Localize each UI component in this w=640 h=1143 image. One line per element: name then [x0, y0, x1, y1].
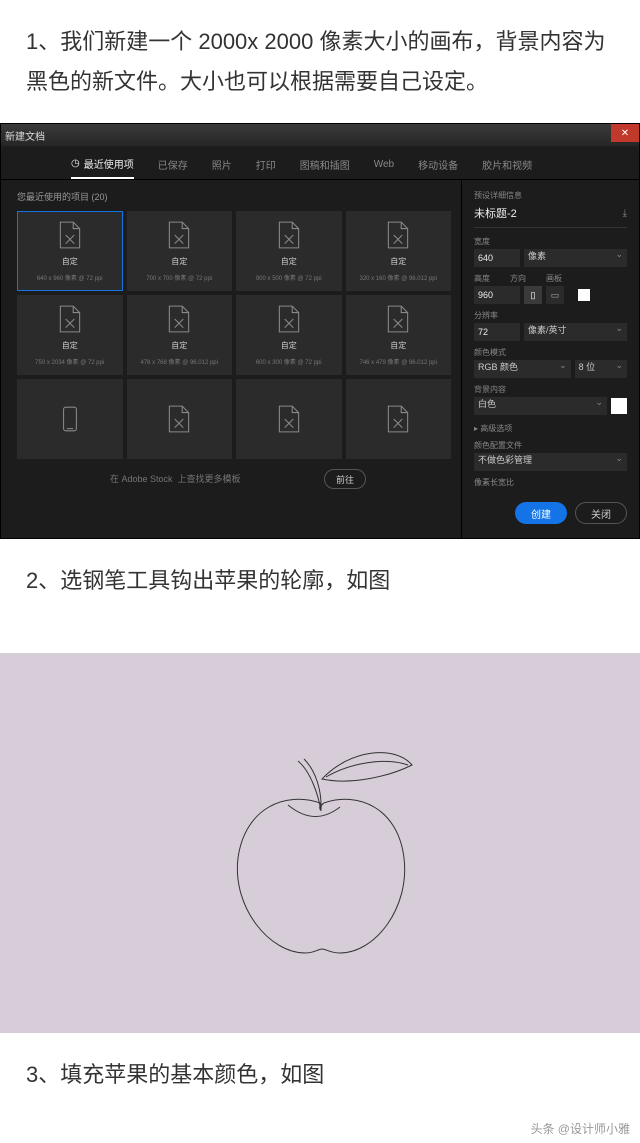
- preset-item[interactable]: 自定 478 x 768 像素 @ 96.012 ppi: [127, 295, 233, 375]
- step1-text: 1、我们新建一个 2000x 2000 像素大小的画布，背景内容为黑色的新文件。…: [0, 0, 640, 123]
- step3-text: 3、填充苹果的基本颜色，如图: [0, 1033, 640, 1117]
- background-label: 背景内容: [474, 384, 627, 395]
- color-profile-select[interactable]: 不做色彩管理: [474, 453, 627, 471]
- article-credit: 头条 @设计师小雅: [0, 1116, 640, 1143]
- tab-film[interactable]: 胶片和视频: [482, 153, 532, 178]
- preset-item[interactable]: 自定 700 x 700 像素 @ 72 ppi: [127, 211, 233, 291]
- preset-item[interactable]: [346, 379, 452, 459]
- go-button[interactable]: 前往: [324, 469, 366, 489]
- preset-item[interactable]: 自定 746 x 479 像素 @ 96.012 ppi: [346, 295, 452, 375]
- orientation-portrait-icon[interactable]: ▯: [524, 286, 542, 304]
- preset-item[interactable]: 自定 900 x 500 像素 @ 72 ppi: [236, 211, 342, 291]
- width-label: 宽度: [474, 236, 627, 247]
- document-icon: [166, 404, 192, 434]
- tab-art[interactable]: 图稿和插图: [300, 153, 350, 178]
- color-mode-label: 颜色模式: [474, 347, 627, 358]
- tab-mobile[interactable]: 移动设备: [418, 153, 458, 178]
- tab-photo[interactable]: 照片: [212, 153, 232, 178]
- bit-depth-select[interactable]: 8 位: [575, 360, 627, 378]
- document-icon: [57, 220, 83, 250]
- document-icon: [166, 220, 192, 250]
- resolution-unit-select[interactable]: 像素/英寸: [524, 323, 627, 341]
- stock-search-input[interactable]: [102, 469, 312, 489]
- apple-outline-svg: [190, 713, 450, 973]
- document-icon: [385, 404, 411, 434]
- preset-details-panel: 预设详细信息 未标题-2 ⤓ 宽度 像素 高度 方向 画板 ▯: [461, 180, 639, 538]
- document-icon: [276, 404, 302, 434]
- color-profile-label: 颜色配置文件: [474, 440, 627, 451]
- preset-item[interactable]: [127, 379, 233, 459]
- height-label: 高度: [474, 273, 490, 284]
- preset-dimensions: 640 x 960 像素 @ 72 ppi: [37, 273, 103, 282]
- background-swatch[interactable]: [611, 398, 627, 414]
- close-icon[interactable]: ✕: [611, 124, 639, 142]
- preset-label: 自定: [62, 256, 78, 267]
- document-icon: [276, 220, 302, 250]
- preset-item[interactable]: 自定 640 x 960 像素 @ 72 ppi: [17, 211, 123, 291]
- preset-item[interactable]: [17, 379, 123, 459]
- advanced-toggle[interactable]: ▸ 高级选项: [474, 423, 627, 434]
- artboard-checkbox[interactable]: [578, 289, 590, 301]
- orientation-landscape-icon[interactable]: ▭: [546, 286, 564, 304]
- close-button[interactable]: 关闭: [575, 502, 627, 524]
- create-button[interactable]: 创建: [515, 502, 567, 524]
- height-input[interactable]: [474, 286, 520, 304]
- pixel-aspect-label: 像素长宽比: [474, 477, 627, 488]
- resolution-input[interactable]: [474, 323, 520, 341]
- tab-print[interactable]: 打印: [256, 153, 276, 178]
- document-icon: [276, 304, 302, 334]
- presets-heading: 您最近使用的项目 (20): [17, 190, 451, 203]
- document-name-field[interactable]: 未标题-2 ⤓: [474, 205, 627, 228]
- presets-panel: 您最近使用的项目 (20) 自定 640 x 960 像素 @ 72 ppi 自…: [1, 180, 461, 538]
- preset-item[interactable]: 自定 600 x 300 像素 @ 72 ppi: [236, 295, 342, 375]
- category-tabs: ◷最近使用项 已保存 照片 打印 图稿和插图 Web 移动设备 胶片和视频: [1, 146, 639, 179]
- phone-icon: [57, 404, 83, 434]
- document-icon: [385, 304, 411, 334]
- tab-saved[interactable]: 已保存: [158, 153, 188, 178]
- preset-item[interactable]: 自定 320 x 160 像素 @ 96.012 ppi: [346, 211, 452, 291]
- details-heading: 预设详细信息: [474, 190, 627, 201]
- preset-item[interactable]: [236, 379, 342, 459]
- resolution-label: 分辨率: [474, 310, 627, 321]
- artboard-label: 画板: [546, 273, 562, 284]
- tab-web[interactable]: Web: [374, 155, 394, 176]
- step2-text: 2、选钢笔工具钩出苹果的轮廓，如图: [0, 539, 640, 623]
- save-preset-icon[interactable]: ⤓: [623, 208, 627, 219]
- document-icon: [385, 220, 411, 250]
- apple-outline-canvas: [0, 653, 640, 1033]
- window-titlebar: 新建文档 ✕: [1, 124, 639, 146]
- new-document-dialog: 新建文档 ✕ ◷最近使用项 已保存 照片 打印 图稿和插图 Web 移动设备 胶…: [0, 123, 640, 539]
- orientation-label: 方向: [510, 273, 526, 284]
- preset-item[interactable]: 自定 750 x 2034 像素 @ 72 ppi: [17, 295, 123, 375]
- width-input[interactable]: [474, 249, 520, 267]
- document-icon: [57, 304, 83, 334]
- background-select[interactable]: 白色: [474, 397, 607, 415]
- color-mode-select[interactable]: RGB 颜色: [474, 360, 571, 378]
- width-unit-select[interactable]: 像素: [524, 249, 627, 267]
- window-title: 新建文档: [5, 128, 45, 143]
- tab-recent[interactable]: ◷最近使用项: [71, 152, 134, 179]
- clock-icon: ◷: [71, 158, 80, 169]
- document-icon: [166, 304, 192, 334]
